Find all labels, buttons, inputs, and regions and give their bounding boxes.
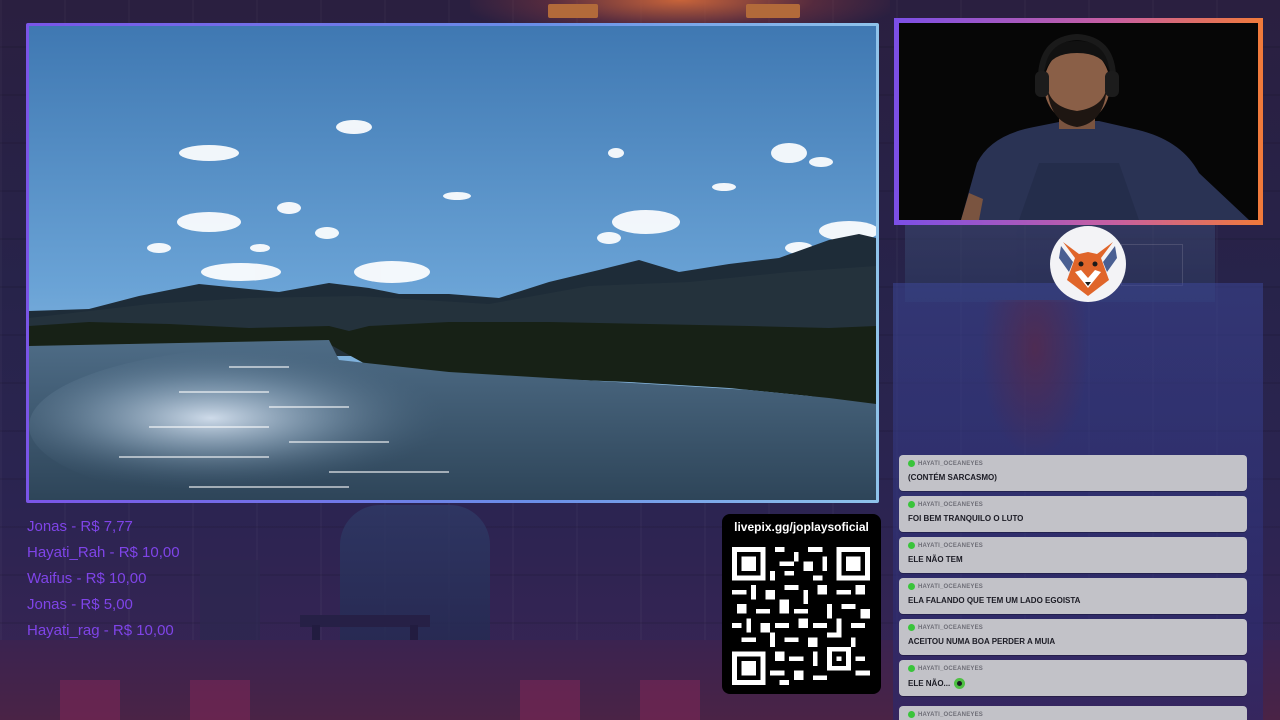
user-status-dot xyxy=(908,665,915,672)
background-shadow-figure xyxy=(980,300,1090,460)
chat-text: ELA FALANDO QUE TEM UM LADO EGOISTA xyxy=(908,596,1081,605)
chat-text: ELE NÃO TEM xyxy=(908,555,963,564)
user-status-dot xyxy=(908,624,915,631)
webcam-view[interactable] xyxy=(899,23,1258,220)
chat-message: HAYATI_OCEANEYES ELE NÃO TEM xyxy=(899,537,1247,573)
donation-item: Hayati_rag - R$ 10,00 xyxy=(27,622,174,639)
chat-username: HAYATI_OCEANEYES xyxy=(918,460,983,467)
user-status-dot xyxy=(908,542,915,549)
donation-qr-panel: livepix.gg/joplaysoficial xyxy=(722,514,881,694)
chat-message: HAYATI_OCEANEYES ELA FALANDO QUE TEM UM … xyxy=(899,578,1247,614)
chat-username: HAYATI_OCEANEYES xyxy=(918,624,983,631)
chat-message: HAYATI_OCEANEYES ACEITOU NUMA BOA PERDER… xyxy=(899,619,1247,655)
webcam-frame xyxy=(894,18,1263,225)
user-status-dot xyxy=(908,711,915,718)
chat-text: (CONTÉM SARCASMO) xyxy=(908,473,997,482)
user-status-dot xyxy=(908,460,915,467)
gameplay-frame xyxy=(26,23,879,503)
chat-username: HAYATI_OCEANEYES xyxy=(918,501,983,508)
fox-logo-icon xyxy=(1045,222,1131,304)
sun-glint xyxy=(29,346,549,500)
donation-item: Jonas - R$ 7,77 xyxy=(27,518,133,535)
background-shelf xyxy=(548,4,598,18)
chat-username: HAYATI_OCEANEYES xyxy=(918,542,983,549)
background-floor-stripe xyxy=(190,680,250,720)
donation-item: Jonas - R$ 5,00 xyxy=(27,596,133,613)
donation-list: Jonas - R$ 7,77 Hayati_Rah - R$ 10,00 Wa… xyxy=(27,514,287,644)
qr-code[interactable] xyxy=(732,546,870,686)
chat-text: ACEITOU NUMA BOA PERDER A MUIA xyxy=(908,637,1056,646)
user-status-dot xyxy=(908,501,915,508)
landscape-scene xyxy=(29,26,876,500)
background-floor-stripe xyxy=(520,680,580,720)
chat-text: FOI BEM TRANQUILO O LUTO xyxy=(908,514,1024,523)
gameplay-view[interactable] xyxy=(29,26,876,500)
background-floor-stripe xyxy=(640,680,700,720)
streamer-silhouette xyxy=(899,23,1258,220)
chat-username: HAYATI_OCEANEYES xyxy=(918,583,983,590)
chat-message: HAYATI_OCEANEYES (CONTÉM SARCASMO) xyxy=(899,455,1247,491)
chat-username: HAYATI_OCEANEYES xyxy=(918,711,983,718)
chat-text-content: ELE NÃO... xyxy=(908,679,951,688)
chat-overlay: HAYATI_OCEANEYES (CONTÉM SARCASMO) HAYAT… xyxy=(899,455,1248,720)
chat-message: HAYATI_OCEANEYES xyxy=(899,706,1247,720)
chat-message: HAYATI_OCEANEYES ELE NÃO... xyxy=(899,660,1247,696)
background-shelf xyxy=(746,4,800,18)
user-status-dot xyxy=(908,583,915,590)
chat-username: HAYATI_OCEANEYES xyxy=(918,665,983,672)
chat-message: HAYATI_OCEANEYES FOI BEM TRANQUILO O LUT… xyxy=(899,496,1247,532)
donation-item: Waifus - R$ 10,00 xyxy=(27,570,147,587)
background-floor-stripe xyxy=(60,680,120,720)
green-face-emote-icon xyxy=(954,678,966,689)
chat-text: ELE NÃO... xyxy=(908,678,1238,689)
qr-url-label: livepix.gg/joplaysoficial xyxy=(734,520,869,534)
donation-item: Hayati_Rah - R$ 10,00 xyxy=(27,544,180,561)
